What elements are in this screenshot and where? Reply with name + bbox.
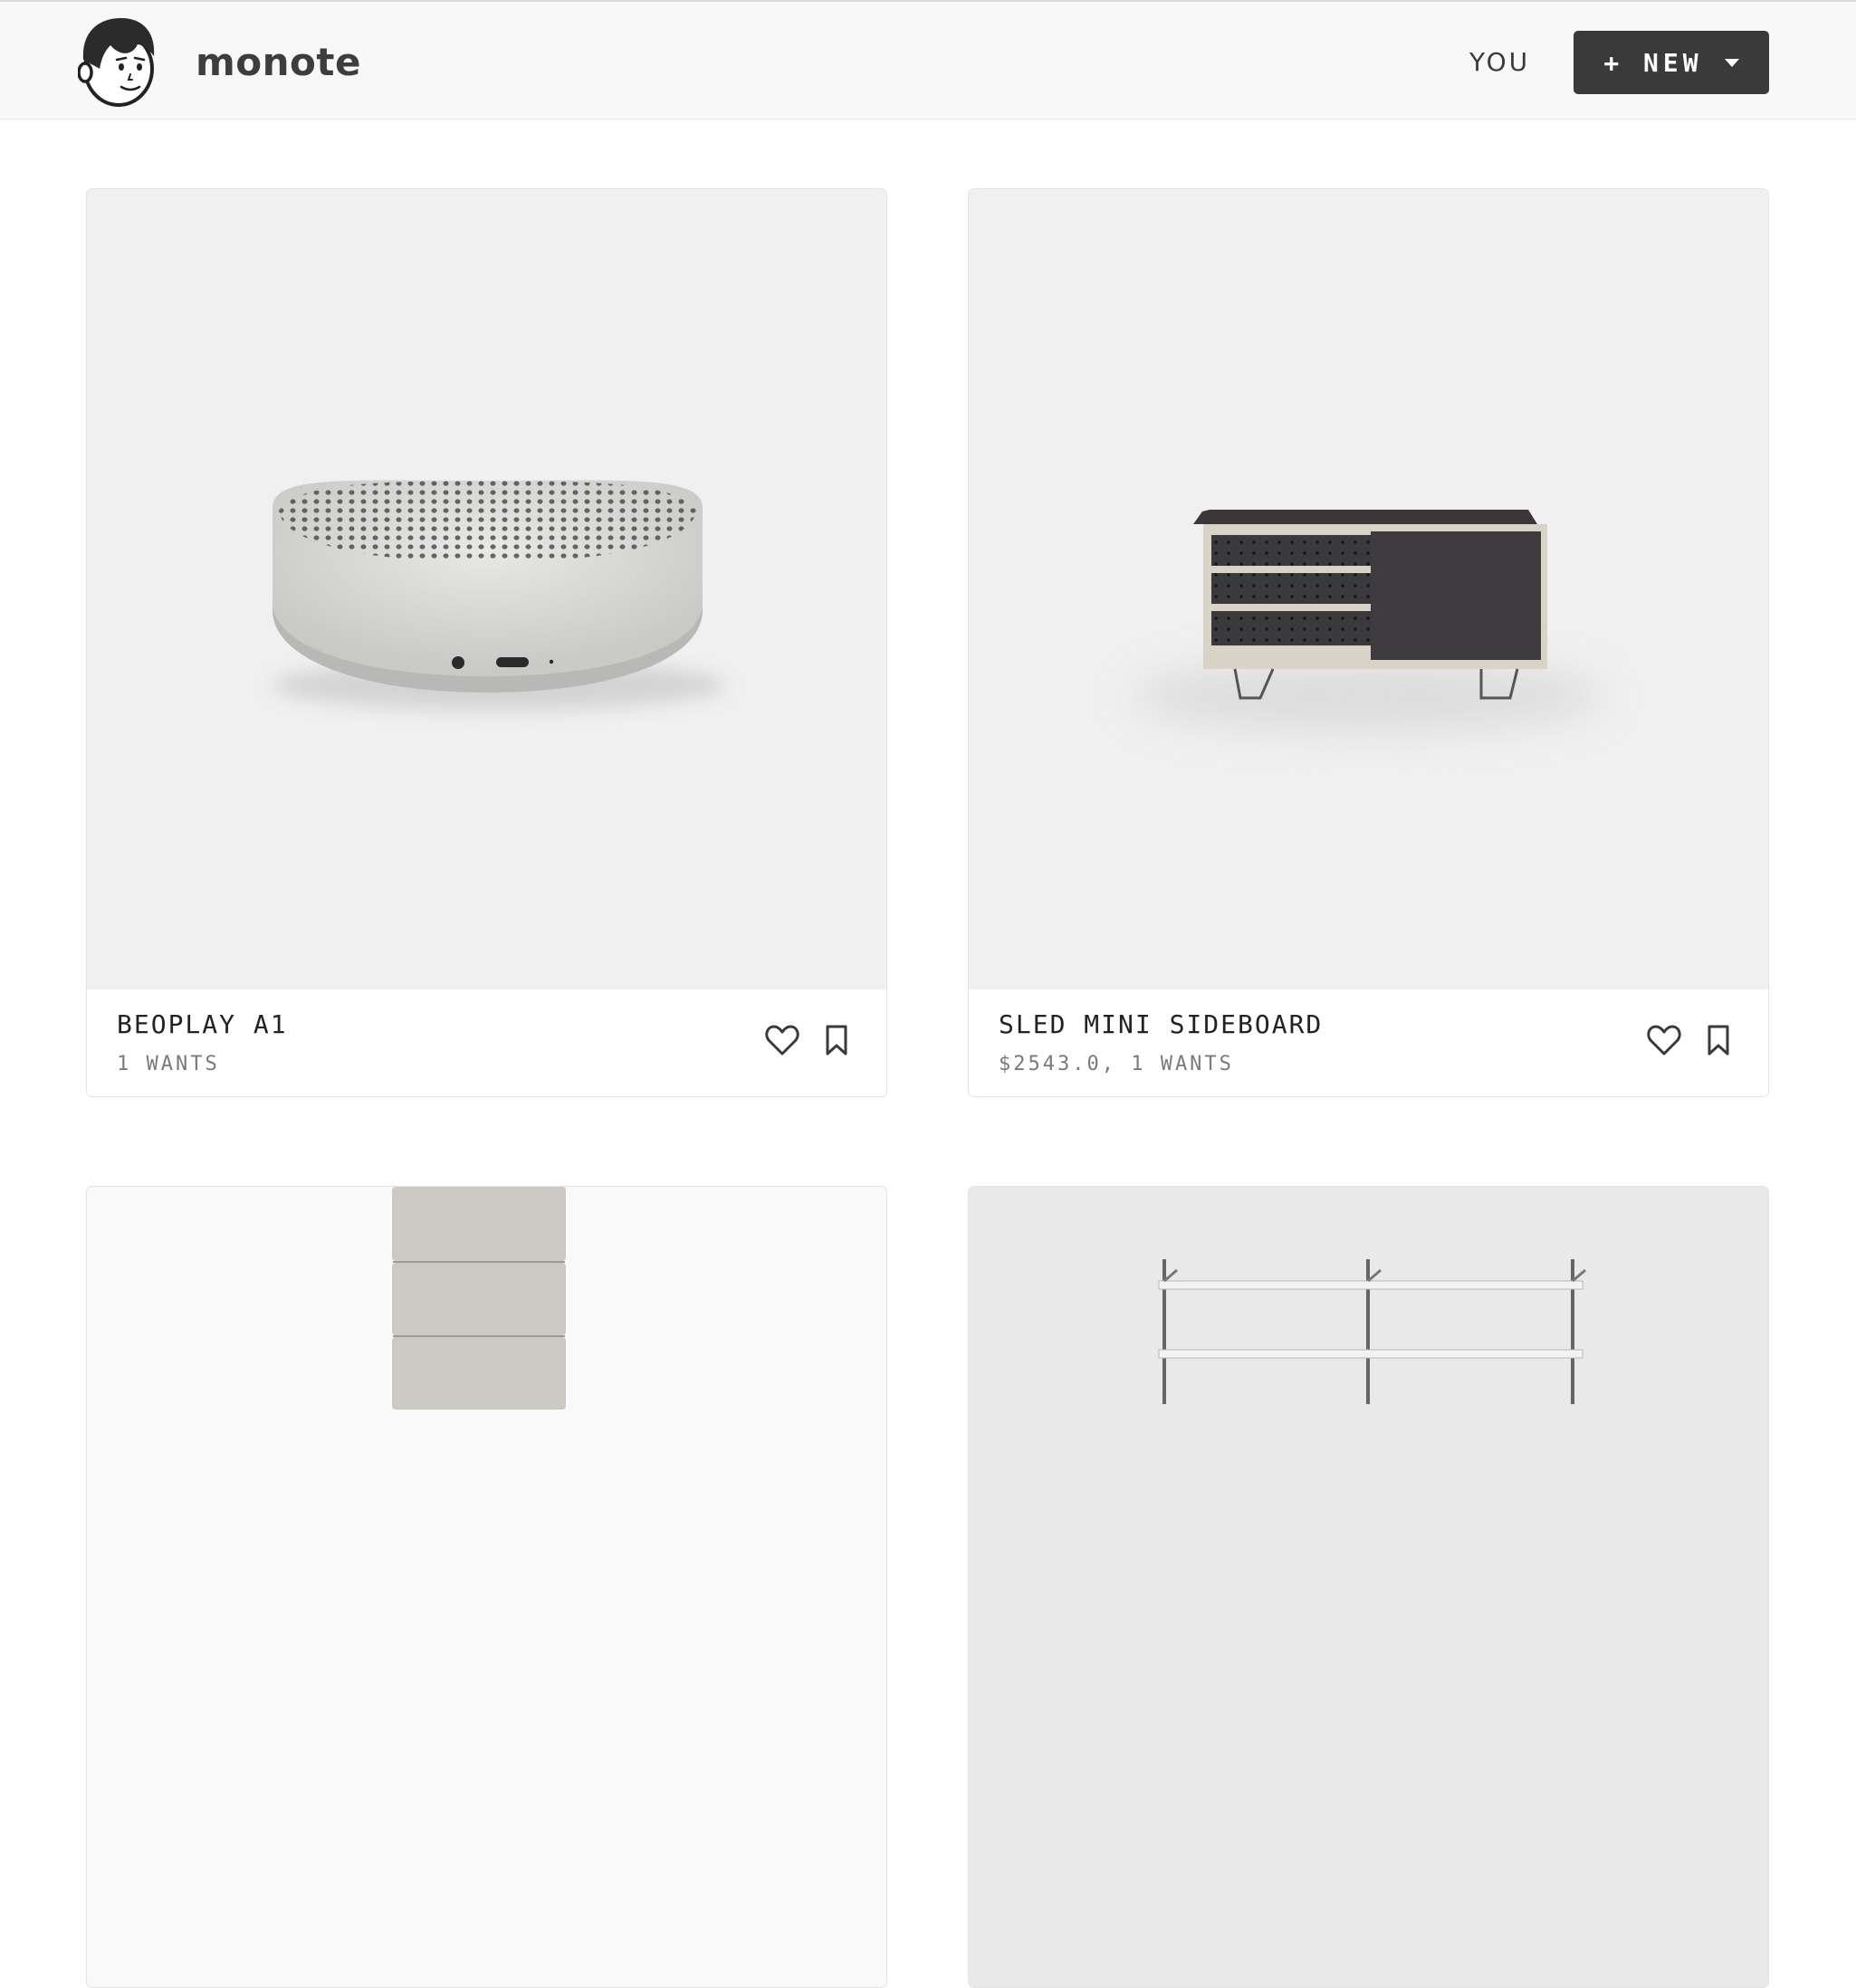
brand[interactable]: monote: [78, 14, 361, 109]
heart-icon[interactable]: [765, 1024, 799, 1056]
heart-icon[interactable]: [1647, 1024, 1681, 1056]
product-meta: $2543.0, 1 WANTS: [999, 1053, 1234, 1075]
brand-name: monote: [196, 39, 361, 84]
product-meta: 1 WANTS: [117, 1053, 220, 1075]
wall-shelf-image[interactable]: [969, 1187, 1768, 1987]
product-card[interactable]: SLED MINI SIDEBOARD $2543.0, 1 WANTS: [968, 188, 1769, 1097]
card-footer: SLED MINI SIDEBOARD $2543.0, 1 WANTS: [969, 989, 1768, 1096]
nav-you-link[interactable]: YOU: [1469, 47, 1530, 77]
caret-down-icon[interactable]: [1724, 58, 1739, 67]
panel-cushion-image[interactable]: [87, 1187, 886, 1987]
product-title[interactable]: SLED MINI SIDEBOARD: [999, 1009, 1323, 1039]
speaker-image[interactable]: [87, 189, 886, 989]
new-button-label: + NEW: [1603, 47, 1703, 78]
face-avatar-icon: [78, 18, 155, 107]
sideboard-image[interactable]: [969, 189, 1768, 989]
product-card[interactable]: BEOPLAY A1 1 WANTS: [86, 188, 887, 1097]
product-title[interactable]: BEOPLAY A1: [117, 1009, 288, 1039]
bookmark-icon[interactable]: [1706, 1024, 1731, 1056]
new-button[interactable]: + NEW: [1574, 31, 1769, 94]
product-card[interactable]: [968, 1186, 1769, 1988]
product-card[interactable]: [86, 1186, 887, 1988]
top-navigation-bar: monote YOU + NEW: [0, 0, 1856, 119]
bookmark-icon[interactable]: [824, 1024, 849, 1056]
card-footer: BEOPLAY A1 1 WANTS: [87, 989, 886, 1096]
